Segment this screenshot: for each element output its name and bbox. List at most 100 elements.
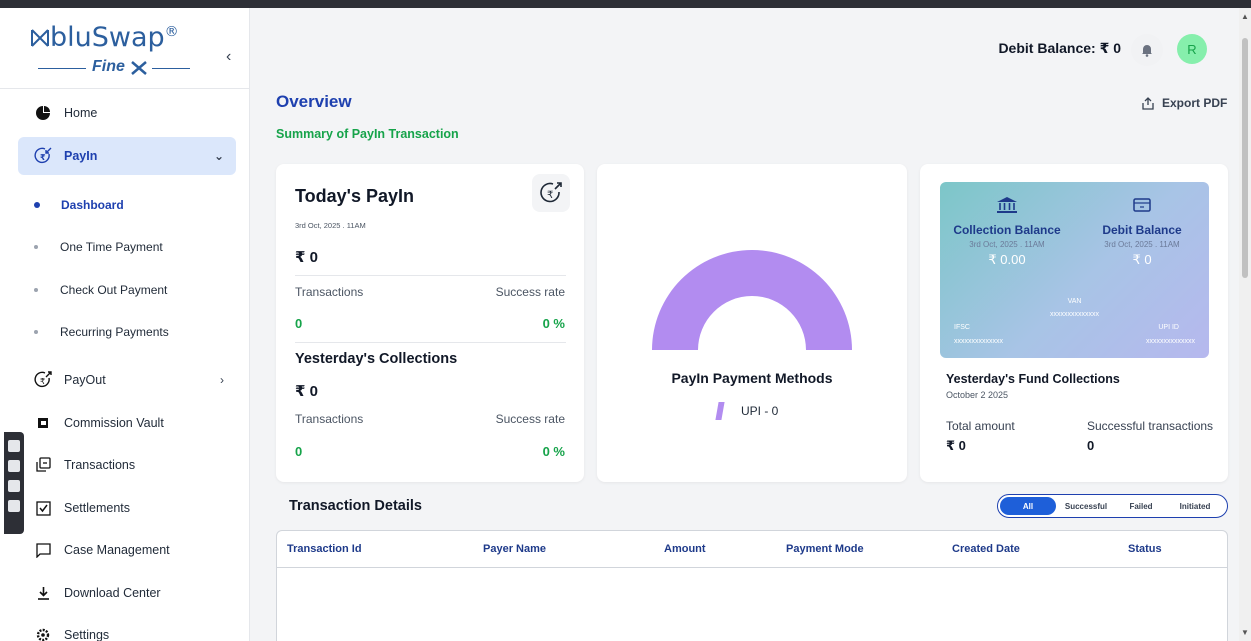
svg-text:₹: ₹ xyxy=(547,190,553,201)
transactions-label: Transactions xyxy=(295,412,364,426)
top-border xyxy=(0,0,1251,8)
payment-methods-gauge[interactable] xyxy=(650,248,854,352)
filter-all[interactable]: All xyxy=(1000,497,1056,515)
sidebar-item-settlements[interactable]: Settlements xyxy=(18,489,236,527)
sidebar-item-download-center[interactable]: Download Center xyxy=(18,574,236,612)
chat-icon xyxy=(30,540,56,560)
sidebar-item-settings[interactable]: Settings xyxy=(18,616,236,641)
logo-mark-icon xyxy=(31,29,49,47)
bullet-icon xyxy=(34,245,38,249)
total-amount-value: ₹ 0 xyxy=(946,438,966,453)
sidebar-item-payout[interactable]: ₹ PayOut › xyxy=(18,361,236,399)
fund-collections-title: Yesterday's Fund Collections xyxy=(946,372,1120,386)
sidebar-item-commission-vault[interactable]: Commission Vault xyxy=(18,404,236,442)
brand-logo[interactable]: bluSwap® Fine xyxy=(30,22,200,82)
sidebar-item-label: Case Management xyxy=(64,543,170,557)
transactions-table: Transaction Id Payer Name Amount Payment… xyxy=(276,530,1228,641)
ifsc-label: IFSC xyxy=(954,324,970,331)
sidebar-item-home[interactable]: Home xyxy=(18,94,236,132)
legend-swatch xyxy=(715,402,725,420)
collapse-sidebar-button[interactable]: ‹ xyxy=(226,48,231,66)
success-rate-label: Success rate xyxy=(495,285,565,299)
column-amount[interactable]: Amount xyxy=(664,543,706,555)
notifications-button[interactable] xyxy=(1131,34,1163,66)
checkbox-icon xyxy=(30,498,56,518)
rupee-out-icon: ₹ xyxy=(30,370,56,390)
sidebar-item-label: PayIn xyxy=(64,149,98,163)
filter-initiated[interactable]: Initiated xyxy=(1166,497,1224,515)
brand-x-icon xyxy=(131,61,147,75)
page-subtitle: Summary of PayIn Transaction xyxy=(276,127,459,141)
ifsc-value: xxxxxxxxxxxxxx xyxy=(954,338,1003,345)
transactions-icon xyxy=(30,455,56,475)
payment-methods-legend: UPI - 0 xyxy=(715,402,778,420)
subitem-label: One Time Payment xyxy=(60,240,163,254)
column-created-date[interactable]: Created Date xyxy=(952,543,1020,555)
top-header: Debit Balance: ₹ 0 R xyxy=(251,8,1239,73)
collection-balance-label: Collection Balance xyxy=(953,223,1061,237)
gear-icon xyxy=(30,625,56,641)
svg-text:₹: ₹ xyxy=(40,377,45,386)
successful-transactions-value: 0 xyxy=(1087,438,1095,453)
brand-name: bluSwap® xyxy=(50,22,179,53)
sidebar-item-case-management[interactable]: Case Management xyxy=(18,531,236,569)
sidebar-subitem-checkout-payment[interactable]: Check Out Payment xyxy=(34,277,167,303)
bell-icon xyxy=(1142,44,1152,57)
collection-balance: Collection Balance 3rd Oct, 2025 . 11AM … xyxy=(940,196,1074,268)
column-status[interactable]: Status xyxy=(1128,543,1162,555)
success-rate-label: Success rate xyxy=(495,412,565,426)
collection-balance-value: ₹ 0.00 xyxy=(988,252,1026,267)
yesterday-collections-title: Yesterday's Collections xyxy=(295,351,458,367)
sidebar-item-label: PayOut xyxy=(64,373,106,387)
export-pdf-label: Export PDF xyxy=(1162,96,1228,110)
brand-sub-text: Fine xyxy=(92,58,125,75)
divider xyxy=(295,275,566,276)
bullet-icon xyxy=(34,330,38,334)
column-payer-name[interactable]: Payer Name xyxy=(483,543,546,555)
sidebar-subitem-dashboard[interactable]: Dashboard xyxy=(34,192,124,218)
filter-failed[interactable]: Failed xyxy=(1116,497,1166,515)
sidebar-subitem-one-time-payment[interactable]: One Time Payment xyxy=(34,234,163,260)
page-scrollbar[interactable]: ▲ ▼ xyxy=(1239,8,1251,641)
brand-sub: Fine xyxy=(30,58,190,78)
avatar[interactable]: R xyxy=(1177,34,1207,64)
download-icon xyxy=(30,583,56,603)
scroll-down-icon[interactable]: ▼ xyxy=(1241,628,1249,637)
sidebar-item-label: Transactions xyxy=(64,458,136,472)
sidebar-divider xyxy=(0,88,250,89)
van-value: xxxxxxxxxxxxxx xyxy=(1050,311,1099,318)
floating-toolbar[interactable] xyxy=(4,432,24,534)
sidebar-item-transactions[interactable]: Transactions xyxy=(18,446,236,484)
success-rate-value: 0 % xyxy=(542,316,565,331)
sidebar-item-label: Settings xyxy=(64,628,110,641)
subitem-label: Dashboard xyxy=(61,198,124,212)
column-payment-mode[interactable]: Payment Mode xyxy=(786,543,864,555)
payment-methods-card: PayIn Payment Methods UPI - 0 xyxy=(597,164,907,482)
sidebar-item-label: Home xyxy=(64,106,98,120)
sidebar: bluSwap® Fine ‹ Home ₹ PayIn ⌄ Dashboard… xyxy=(0,8,250,641)
scroll-up-icon[interactable]: ▲ xyxy=(1241,12,1249,21)
bullet-icon xyxy=(34,202,40,208)
gear-icon[interactable] xyxy=(8,500,20,512)
scroll-thumb[interactable] xyxy=(1242,38,1248,278)
video-icon[interactable] xyxy=(8,460,20,472)
rupee-in-icon: ₹ xyxy=(30,146,56,166)
chevron-down-icon: ⌄ xyxy=(213,149,224,163)
balance-summary-panel: Collection Balance 3rd Oct, 2025 . 11AM … xyxy=(940,182,1209,358)
svg-text:₹: ₹ xyxy=(40,153,46,162)
todays-payin-card: Today's PayIn ₹ 3rd Oct, 2025 . 11AM ₹ 0… xyxy=(276,164,584,482)
sidebar-subitem-recurring-payments[interactable]: Recurring Payments xyxy=(34,319,169,345)
divider xyxy=(295,342,566,343)
total-amount-label: Total amount xyxy=(946,419,1015,433)
page-title: Overview xyxy=(276,92,352,111)
successful-transactions-label: Successful transactions xyxy=(1087,419,1214,433)
todays-payin-title: Today's PayIn xyxy=(295,186,414,206)
gallery-icon[interactable] xyxy=(8,480,20,492)
filter-successful[interactable]: Successful xyxy=(1056,497,1116,515)
van-label: VAN xyxy=(1067,298,1082,305)
camera-icon[interactable] xyxy=(8,440,20,452)
debit-balance-value: ₹ 0 xyxy=(1132,252,1152,267)
sidebar-item-payin[interactable]: ₹ PayIn ⌄ xyxy=(18,137,236,175)
export-pdf-button[interactable]: Export PDF xyxy=(1142,96,1227,110)
column-transaction-id[interactable]: Transaction Id xyxy=(287,543,362,555)
